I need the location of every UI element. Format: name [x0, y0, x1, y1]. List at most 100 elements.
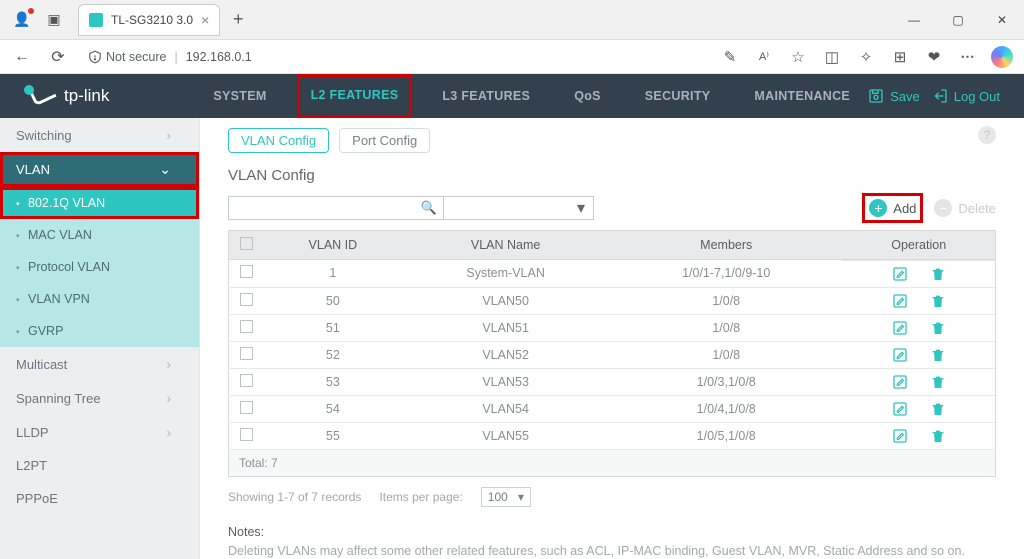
profile-icon[interactable]: 👤	[8, 6, 36, 34]
column-vlan-name: VLAN Name	[401, 231, 610, 260]
brand-label: tp-link	[64, 86, 109, 106]
sidebar-item-vlan[interactable]: VLAN⌄	[0, 152, 199, 187]
chevron-right-icon: ›	[166, 356, 171, 372]
table-row: 50VLAN501/0/8	[229, 287, 996, 314]
extensions-icon[interactable]: ❤︎	[920, 43, 948, 71]
nav-l3-features[interactable]: L3 FEATURES	[428, 74, 544, 118]
delete-button[interactable]: − Delete	[934, 199, 996, 217]
new-tab-button[interactable]: +	[224, 6, 252, 34]
maximize-button[interactable]: ▢	[936, 0, 980, 40]
split-icon[interactable]: ◫	[818, 43, 846, 71]
menu-icon[interactable]: ⋯	[954, 43, 982, 71]
sidebar-sub-vlan-vpn[interactable]: VLAN VPN	[0, 283, 199, 315]
edit-icon[interactable]	[892, 401, 908, 417]
collections-icon[interactable]: ⊞	[886, 43, 914, 71]
cell-members: 1/0/8	[610, 287, 842, 314]
sidebar-item-l2pt[interactable]: L2PT	[0, 449, 199, 482]
trash-icon[interactable]	[930, 320, 946, 336]
edit-icon[interactable]	[892, 293, 908, 309]
edit-icon[interactable]	[892, 347, 908, 363]
sidebar-item-lldp[interactable]: LLDP›	[0, 415, 199, 449]
table-row: 52VLAN521/0/8	[229, 341, 996, 368]
chevron-right-icon: ›	[166, 127, 171, 143]
edit-icon[interactable]	[892, 374, 908, 390]
search-input[interactable]: 🔍	[228, 196, 444, 220]
browser-tab-strip: 👤 ▣ TL-SG3210 3.0 × + — ▢ ✕	[0, 0, 1024, 40]
sidebar-sub-protocol-vlan[interactable]: Protocol VLAN	[0, 251, 199, 283]
chevron-down-icon: ⌄	[159, 161, 171, 178]
cell-vlan-id: 51	[265, 314, 402, 341]
row-checkbox[interactable]	[229, 314, 265, 341]
filter-dropdown[interactable]: ▾	[444, 196, 594, 220]
logout-button[interactable]: Log Out	[932, 88, 1000, 104]
workspaces-icon[interactable]: ▣	[36, 2, 72, 38]
favorite-icon[interactable]: ☆	[784, 43, 812, 71]
reload-button[interactable]: ⟳	[44, 43, 72, 71]
sidebar-item-spanning-tree[interactable]: Spanning Tree›	[0, 381, 199, 415]
sidebar-sub-mac-vlan[interactable]: MAC VLAN	[0, 219, 199, 251]
add-button[interactable]: + Add	[867, 198, 918, 218]
table-toolbar: 🔍 ▾ + Add − Delete	[228, 196, 996, 220]
sidebar-item-multicast[interactable]: Multicast›	[0, 347, 199, 381]
trash-icon[interactable]	[930, 347, 946, 363]
draw-icon[interactable]: ✎	[716, 43, 744, 71]
chevron-down-icon: ▾	[577, 198, 585, 218]
edit-icon[interactable]	[892, 320, 908, 336]
nav-l2-features[interactable]: L2 FEATURES	[297, 74, 413, 118]
column-vlan-id: VLAN ID	[265, 231, 402, 260]
row-checkbox[interactable]	[229, 395, 265, 422]
sidebar-sub-8021q-vlan[interactable]: 802.1Q VLAN	[0, 187, 199, 219]
table-total: Total: 7	[229, 450, 996, 477]
nav-security[interactable]: SECURITY	[631, 74, 725, 118]
trash-icon[interactable]	[930, 428, 946, 444]
row-checkbox[interactable]	[229, 287, 265, 314]
nav-maintenance[interactable]: MAINTENANCE	[740, 74, 864, 118]
nav-system[interactable]: SYSTEM	[199, 74, 280, 118]
read-aloud-icon[interactable]: A⁾	[750, 43, 778, 71]
notes-section: Notes: Deleting VLANs may affect some ot…	[228, 525, 996, 559]
nav-qos[interactable]: QoS	[560, 74, 615, 118]
tab-port-config[interactable]: Port Config	[339, 128, 430, 153]
sidebar-item-switching[interactable]: Switching›	[0, 118, 199, 152]
row-checkbox[interactable]	[229, 341, 265, 368]
security-indicator[interactable]: Not secure	[88, 50, 166, 64]
items-per-page-select[interactable]: 100 ▾	[481, 487, 531, 507]
address-bar[interactable]: Not secure | 192.168.0.1	[80, 44, 708, 70]
tab-vlan-config[interactable]: VLAN Config	[228, 128, 329, 153]
column-operation: Operation	[842, 231, 995, 260]
content-tabs: VLAN Config Port Config	[228, 128, 996, 153]
section-title: VLAN Config	[228, 167, 996, 184]
trash-icon[interactable]	[930, 293, 946, 309]
trash-icon[interactable]	[930, 374, 946, 390]
back-button[interactable]: ←	[8, 43, 36, 71]
help-icon[interactable]: ?	[978, 126, 996, 144]
column-checkbox[interactable]	[229, 231, 265, 260]
search-icon: 🔍	[421, 200, 437, 216]
cell-members: 1/0/1-7,1/0/9-10	[610, 260, 842, 288]
minimize-button[interactable]: —	[892, 0, 936, 40]
favorites-bar-icon[interactable]: ✧	[852, 43, 880, 71]
close-tab-icon[interactable]: ×	[201, 12, 209, 28]
table-row: 54VLAN541/0/4,1/0/8	[229, 395, 996, 422]
copilot-icon[interactable]	[988, 43, 1016, 71]
browser-tab[interactable]: TL-SG3210 3.0 ×	[78, 4, 220, 36]
edit-icon[interactable]	[892, 428, 908, 444]
sidebar-sub-gvrp[interactable]: GVRP	[0, 315, 199, 347]
tab-title: TL-SG3210 3.0	[111, 13, 193, 27]
save-button[interactable]: Save	[868, 88, 920, 104]
table-row: 1System-VLAN1/0/1-7,1/0/9-10	[229, 260, 996, 288]
trash-icon[interactable]	[930, 401, 946, 417]
edit-icon[interactable]	[892, 266, 908, 282]
chevron-down-icon: ▾	[518, 490, 524, 504]
logout-icon	[932, 88, 948, 104]
close-window-button[interactable]: ✕	[980, 0, 1024, 40]
table-row: 53VLAN531/0/3,1/0/8	[229, 368, 996, 395]
vlan-table: VLAN ID VLAN Name Members Operation 1Sys…	[228, 230, 996, 477]
sidebar-item-pppoe[interactable]: PPPoE	[0, 482, 199, 515]
row-checkbox[interactable]	[229, 368, 265, 395]
cell-members: 1/0/4,1/0/8	[610, 395, 842, 422]
cell-operation	[842, 314, 995, 341]
trash-icon[interactable]	[930, 266, 946, 282]
row-checkbox[interactable]	[229, 422, 265, 450]
row-checkbox[interactable]	[229, 260, 265, 288]
